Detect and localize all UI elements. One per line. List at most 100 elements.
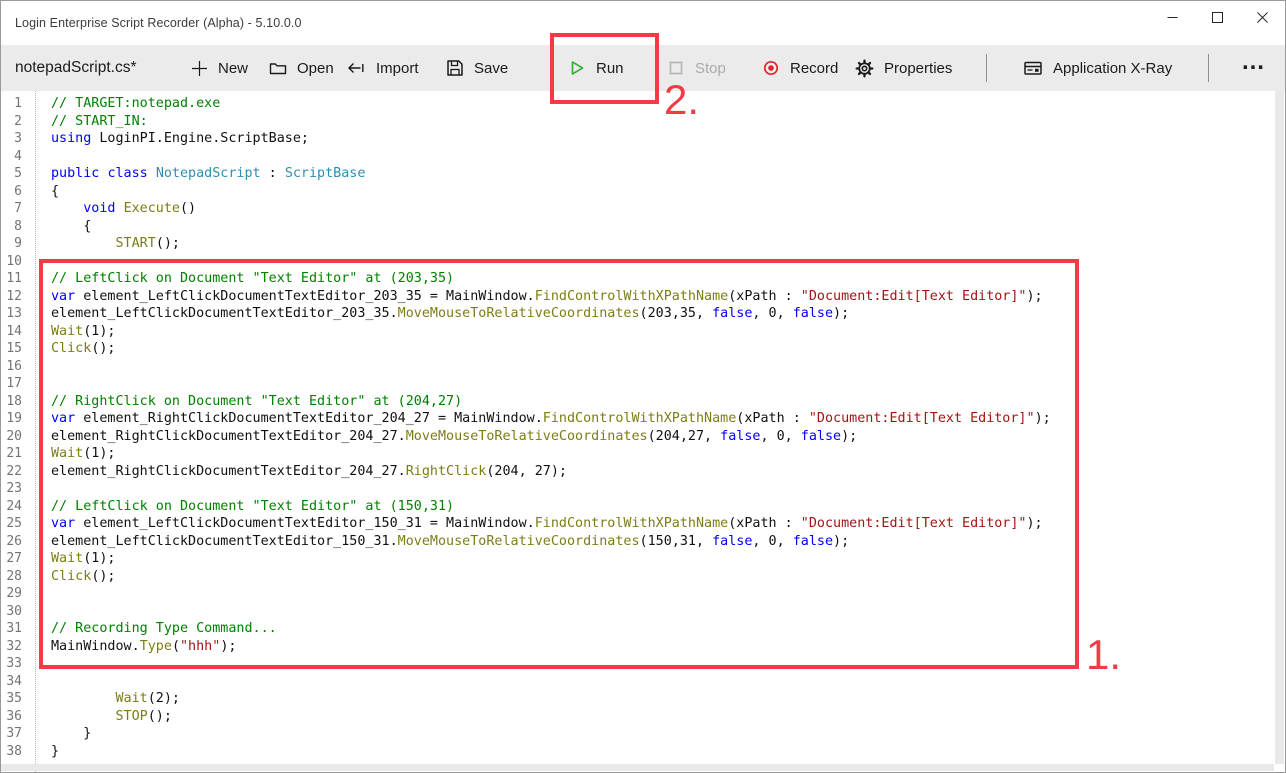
run-label: Run (596, 60, 624, 77)
line-number: 30 (1, 603, 35, 621)
maximize-button[interactable] (1195, 1, 1240, 35)
line-number: 3 (1, 130, 35, 148)
save-button[interactable]: Save (446, 45, 508, 91)
run-button[interactable]: Run (568, 45, 624, 91)
line-number: 31 (1, 620, 35, 638)
application-xray-label: Application X-Ray (1053, 60, 1172, 77)
file-tab[interactable]: notepadScript.cs* (15, 45, 137, 91)
code-line: MainWindow.Type("hhh"); (51, 638, 1285, 656)
record-label: Record (790, 60, 838, 77)
code-content[interactable]: // TARGET:notepad.exe// START_IN:using L… (36, 91, 1285, 772)
line-number: 32 (1, 638, 35, 656)
code-line (51, 480, 1285, 498)
code-line: Wait(1); (51, 323, 1285, 341)
line-number: 10 (1, 253, 35, 271)
code-line: var element_RightClickDocumentTextEditor… (51, 410, 1285, 428)
minimize-button[interactable] (1150, 1, 1195, 35)
code-line: STOP(); (51, 708, 1285, 726)
import-arrow-icon (346, 60, 366, 76)
title-bar: Login Enterprise Script Recorder (Alpha)… (1, 1, 1285, 45)
line-number: 22 (1, 463, 35, 481)
record-circle-icon (762, 59, 780, 77)
open-label: Open (297, 60, 334, 77)
code-line: void Execute() (51, 200, 1285, 218)
code-line: // Recording Type Command... (51, 620, 1285, 638)
line-number: 25 (1, 515, 35, 533)
line-number: 11 (1, 270, 35, 288)
code-line (51, 603, 1285, 621)
code-line: var element_LeftClickDocumentTextEditor_… (51, 288, 1285, 306)
code-line: } (51, 725, 1285, 743)
open-button[interactable]: Open (269, 45, 334, 91)
line-number: 14 (1, 323, 35, 341)
line-number: 7 (1, 200, 35, 218)
code-line: // LeftClick on Document "Text Editor" a… (51, 270, 1285, 288)
line-number: 6 (1, 183, 35, 201)
close-button[interactable] (1240, 1, 1285, 35)
code-line (51, 375, 1285, 393)
line-number: 5 (1, 165, 35, 183)
line-number: 2 (1, 113, 35, 131)
code-line (51, 148, 1285, 166)
code-line: { (51, 183, 1285, 201)
save-label: Save (474, 60, 508, 77)
more-button[interactable]: … (1241, 45, 1267, 91)
import-button[interactable]: Import (346, 45, 419, 91)
app-xray-icon (1023, 60, 1043, 76)
code-line: // START_IN: (51, 113, 1285, 131)
code-line: // LeftClick on Document "Text Editor" a… (51, 498, 1285, 516)
properties-label: Properties (884, 60, 952, 77)
import-label: Import (376, 60, 419, 77)
play-icon (568, 59, 586, 77)
toolbar-separator (1208, 54, 1209, 82)
application-xray-button[interactable]: Application X-Ray (1023, 45, 1172, 91)
maximize-icon (1212, 11, 1223, 26)
window-title: Login Enterprise Script Recorder (Alpha)… (1, 16, 302, 30)
new-button[interactable]: New (191, 45, 248, 91)
code-line: element_LeftClickDocumentTextEditor_203_… (51, 305, 1285, 323)
line-number: 20 (1, 428, 35, 446)
line-number: 34 (1, 673, 35, 691)
code-line (51, 585, 1285, 603)
code-line: Click(); (51, 568, 1285, 586)
close-icon (1257, 11, 1268, 26)
app-window: Login Enterprise Script Recorder (Alpha)… (0, 0, 1286, 773)
horizontal-scrollbar[interactable] (1, 764, 1274, 771)
vertical-scrollbar[interactable] (1275, 91, 1284, 764)
code-line: element_RightClickDocumentTextEditor_204… (51, 463, 1285, 481)
code-line (51, 655, 1285, 673)
plus-icon (191, 60, 208, 77)
line-number: 4 (1, 148, 35, 166)
code-line: Wait(1); (51, 550, 1285, 568)
line-number: 38 (1, 743, 35, 761)
code-line (51, 358, 1285, 376)
line-number: 8 (1, 218, 35, 236)
ellipsis-icon: … (1241, 48, 1267, 76)
code-line (51, 673, 1285, 691)
line-number: 18 (1, 393, 35, 411)
line-number: 27 (1, 550, 35, 568)
stop-square-icon (667, 59, 685, 77)
properties-button[interactable]: Properties (855, 45, 952, 91)
line-number-gutter: 1234567891011121314151617181920212223242… (1, 91, 36, 772)
code-line: public class NotepadScript : ScriptBase (51, 165, 1285, 183)
floppy-disk-icon (446, 59, 464, 77)
line-number: 37 (1, 725, 35, 743)
minimize-icon (1167, 11, 1178, 26)
line-number: 26 (1, 533, 35, 551)
new-label: New (218, 60, 248, 77)
window-controls (1150, 1, 1285, 35)
record-button[interactable]: Record (762, 45, 838, 91)
stop-button[interactable]: Stop (667, 45, 726, 91)
line-number: 16 (1, 358, 35, 376)
code-line: // TARGET:notepad.exe (51, 95, 1285, 113)
code-line: { (51, 218, 1285, 236)
line-number: 17 (1, 375, 35, 393)
toolbar-separator (986, 54, 987, 82)
line-number: 35 (1, 690, 35, 708)
line-number: 33 (1, 655, 35, 673)
code-line: START(); (51, 235, 1285, 253)
code-line: Wait(1); (51, 445, 1285, 463)
line-number: 23 (1, 480, 35, 498)
line-number: 36 (1, 708, 35, 726)
